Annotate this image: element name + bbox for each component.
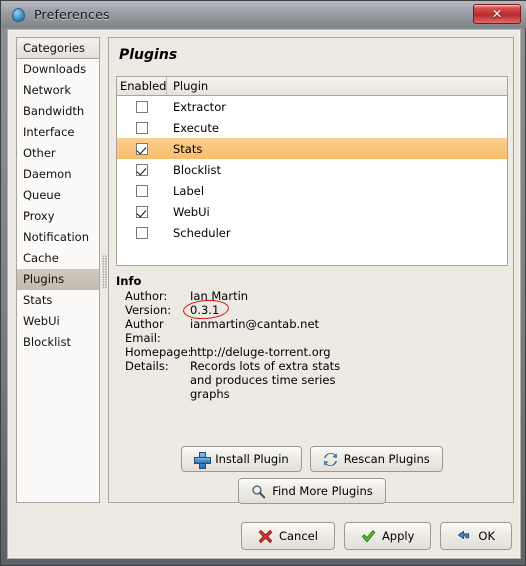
install-plugin-button[interactable]: Install Plugin — [181, 446, 302, 472]
find-more-plugins-label: Find More Plugins — [272, 484, 373, 498]
rescan-plugins-button[interactable]: Rescan Plugins — [309, 446, 443, 472]
apply-label: Apply — [381, 529, 415, 543]
info-section: Info Author: Ian Martin Version: 0.3.1 A… — [116, 274, 508, 454]
info-row-homepage: Homepage: http://deluge-torrent.org — [116, 345, 508, 359]
splitter-grip[interactable] — [102, 255, 107, 289]
enabled-cell[interactable] — [117, 121, 167, 134]
checkbox-unchecked-icon[interactable] — [136, 226, 148, 239]
deluge-drop-icon — [11, 7, 27, 23]
window-title: Preferences — [34, 7, 110, 22]
ok-button[interactable]: OK — [440, 522, 512, 550]
info-row-details: Details: Records lots of extra stats and… — [116, 359, 508, 401]
close-icon[interactable]: ✕ — [473, 4, 521, 24]
sidebar-item-interface[interactable]: Interface — [17, 122, 99, 143]
version-label: Version: — [125, 303, 172, 317]
details-line-3: graphs — [190, 387, 230, 401]
categories-header: Categories — [17, 38, 99, 59]
plugin-name: Blocklist — [173, 162, 221, 177]
enabled-cell[interactable] — [117, 226, 167, 239]
sidebar-item-notification[interactable]: Notification — [17, 227, 99, 248]
table-row[interactable]: Scheduler — [117, 222, 507, 243]
table-row[interactable]: Extractor — [117, 96, 507, 117]
info-row-version: Version: 0.3.1 — [116, 298, 508, 321]
sidebar-item-plugins[interactable]: Plugins — [17, 269, 99, 290]
author-label: Author: — [125, 289, 168, 303]
table-row[interactable]: Stats — [117, 138, 507, 159]
cancel-button[interactable]: Cancel — [240, 522, 335, 550]
sidebar-item-daemon[interactable]: Daemon — [17, 164, 99, 185]
client-area: Categories Downloads Network Bandwidth Inte… — [7, 29, 521, 559]
info-title: Info — [116, 274, 142, 288]
sidebar-item-downloads[interactable]: Downloads — [17, 59, 99, 80]
sidebar-item-queue[interactable]: Queue — [17, 185, 99, 206]
sidebar-item-bandwidth[interactable]: Bandwidth — [17, 101, 99, 122]
install-plugin-label: Install Plugin — [215, 452, 289, 466]
enabled-cell[interactable] — [117, 184, 167, 197]
version-value: 0.3.1 — [190, 303, 220, 317]
categories-list: Downloads Network Bandwidth Interface Other D… — [17, 59, 99, 353]
sidebar-item-other[interactable]: Other — [17, 143, 99, 164]
table-row[interactable]: Blocklist — [117, 159, 507, 180]
plugin-name: Stats — [173, 141, 203, 156]
details-label: Details: — [125, 359, 169, 373]
author-email-value: ianmartin@cantab.net — [190, 317, 320, 331]
sidebar-item-proxy[interactable]: Proxy — [17, 206, 99, 227]
author-email-label: Author Email: — [125, 317, 164, 345]
dialog-buttons: Cancel Apply OK — [240, 522, 512, 550]
enabled-cell[interactable] — [117, 163, 167, 176]
rescan-plugins-label: Rescan Plugins — [343, 452, 430, 466]
checkbox-unchecked-icon[interactable] — [136, 100, 148, 113]
pane-splitter[interactable] — [101, 37, 108, 503]
column-header-enabled[interactable]: Enabled — [117, 77, 167, 95]
table-row[interactable]: WebUi — [117, 201, 507, 222]
enabled-cell[interactable] — [117, 142, 167, 155]
details-line-1: Records lots of extra stats — [190, 359, 341, 373]
homepage-label: Homepage: — [125, 345, 192, 359]
title-bar: Preferences ✕ — [1, 1, 526, 28]
plugin-name: Scheduler — [173, 225, 231, 240]
checkbox-checked-icon[interactable] — [136, 142, 148, 155]
blue-arrow-icon — [457, 529, 472, 544]
plugins-list-body: Extractor Execute Stats Blocklist Label WebUi… — [117, 96, 507, 243]
sidebar-item-cache[interactable]: Cache — [17, 248, 99, 269]
search-icon — [251, 484, 266, 499]
green-check-icon — [361, 529, 376, 544]
author-value: Ian Martin — [190, 289, 249, 303]
find-more-plugins-button[interactable]: Find More Plugins — [238, 478, 386, 504]
plugin-name: WebUi — [173, 204, 210, 219]
checkbox-unchecked-icon[interactable] — [136, 121, 148, 134]
preferences-window: Preferences ✕ Categories Downloads Networ… — [0, 0, 526, 566]
info-row-email: Author Email: ianmartin@cantab.net — [116, 317, 508, 345]
table-row[interactable]: Label — [117, 180, 507, 201]
sidebar-item-network[interactable]: Network — [17, 80, 99, 101]
checkbox-unchecked-icon[interactable] — [136, 184, 148, 197]
plus-icon — [194, 451, 212, 469]
checkbox-checked-icon[interactable] — [136, 163, 148, 176]
sidebar-item-webui[interactable]: WebUi — [17, 311, 99, 332]
sidebar-item-blocklist[interactable]: Blocklist — [17, 332, 99, 353]
plugins-list-header: Enabled Plugin — [117, 77, 507, 96]
plugin-actions: Install Plugin Rescan Plugins Find More … — [109, 446, 515, 510]
details-line-2: and produces time series — [190, 373, 336, 387]
enabled-cell[interactable] — [117, 100, 167, 113]
table-row[interactable]: Execute — [117, 117, 507, 138]
sidebar-item-stats[interactable]: Stats — [17, 290, 99, 311]
column-header-plugin[interactable]: Plugin — [167, 77, 208, 95]
info-row-author: Author: Ian Martin — [116, 289, 508, 303]
plugin-name: Extractor — [173, 99, 226, 114]
plugin-name: Execute — [173, 120, 219, 135]
homepage-value: http://deluge-torrent.org — [190, 345, 331, 359]
cancel-label: Cancel — [278, 529, 318, 543]
ok-label: OK — [478, 529, 495, 543]
page-title: Plugins — [119, 47, 178, 63]
checkbox-checked-icon[interactable] — [136, 205, 148, 218]
apply-button[interactable]: Apply — [343, 522, 432, 550]
enabled-cell[interactable] — [117, 205, 167, 218]
red-x-icon — [258, 529, 273, 544]
plugins-list[interactable]: Enabled Plugin Extractor Execute Stats Bloc… — [116, 76, 508, 266]
plugins-panel: Plugins Enabled Plugin Extractor Execute S… — [108, 37, 514, 504]
refresh-icon — [323, 452, 338, 467]
categories-sidebar: Categories Downloads Network Bandwidth Inte… — [16, 37, 100, 503]
plugin-name: Label — [173, 183, 205, 198]
